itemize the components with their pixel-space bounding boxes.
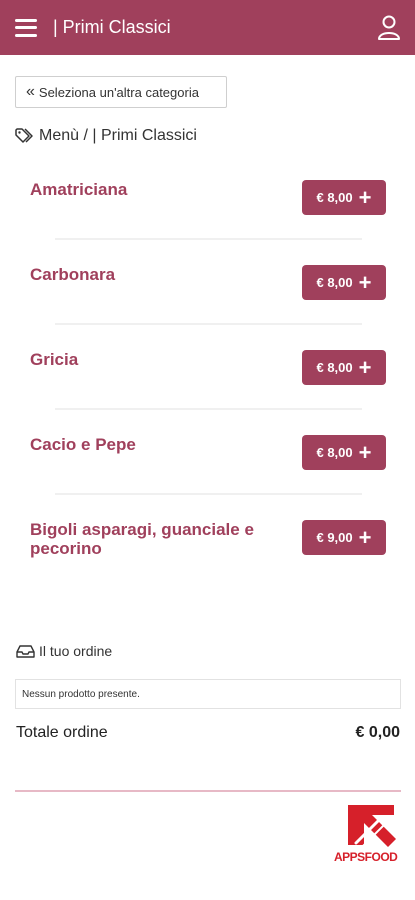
select-other-category-button[interactable]: « Seleziona un'altra categoria	[15, 76, 227, 108]
divider	[55, 323, 362, 325]
add-to-order-button[interactable]: € 8,00 +	[302, 435, 386, 470]
product-name: Bigoli asparagi, guanciale e pecorino	[30, 520, 254, 558]
order-total-label: Totale ordine	[16, 724, 108, 741]
footer-divider	[15, 790, 401, 792]
add-to-order-button[interactable]: € 8,00 +	[302, 180, 386, 215]
breadcrumb: Menù / | Primi Classici	[15, 127, 197, 145]
breadcrumb-text: Menù / | Primi Classici	[39, 127, 197, 144]
user-icon[interactable]	[377, 14, 401, 40]
empty-order-message: Nessun prodotto presente.	[22, 688, 140, 700]
divider	[55, 493, 362, 495]
product-price: € 8,00	[316, 445, 353, 460]
plus-icon: +	[358, 269, 372, 295]
add-to-order-button[interactable]: € 8,00 +	[302, 350, 386, 385]
page-title: | Primi Classici	[53, 17, 171, 37]
tag-icon	[15, 128, 33, 143]
order-title: Il tuo ordine	[39, 643, 113, 659]
product-name: Gricia	[30, 350, 79, 369]
product-name: Carbonara	[30, 265, 116, 284]
plus-icon: +	[358, 439, 372, 465]
top-bar: | Primi Classici	[0, 0, 415, 55]
order-total-value: € 0,00	[355, 724, 400, 741]
inbox-icon	[16, 644, 35, 658]
hamburger-menu-icon[interactable]	[15, 18, 37, 37]
product-price: € 8,00	[316, 360, 353, 375]
product-price: € 9,00	[316, 530, 353, 545]
product-name: Amatriciana	[30, 180, 128, 199]
add-to-order-button[interactable]: € 9,00 +	[302, 520, 386, 555]
product-price: € 8,00	[316, 275, 353, 290]
logo-text: APPSFOOD	[334, 850, 398, 864]
product-price: € 8,00	[316, 190, 353, 205]
select-other-category-label: Seleziona un'altra categoria	[38, 84, 199, 100]
divider	[55, 408, 362, 410]
product-name: Cacio e Pepe	[30, 435, 136, 454]
double-chevron-left-icon: «	[26, 83, 35, 100]
plus-icon: +	[358, 184, 372, 210]
plus-icon: +	[358, 354, 372, 380]
plus-icon: +	[358, 524, 372, 550]
order-items-box: Nessun prodotto presente.	[15, 679, 401, 709]
order-header: Il tuo ordine	[16, 643, 112, 659]
add-to-order-button[interactable]: € 8,00 +	[302, 265, 386, 300]
divider	[55, 238, 362, 240]
